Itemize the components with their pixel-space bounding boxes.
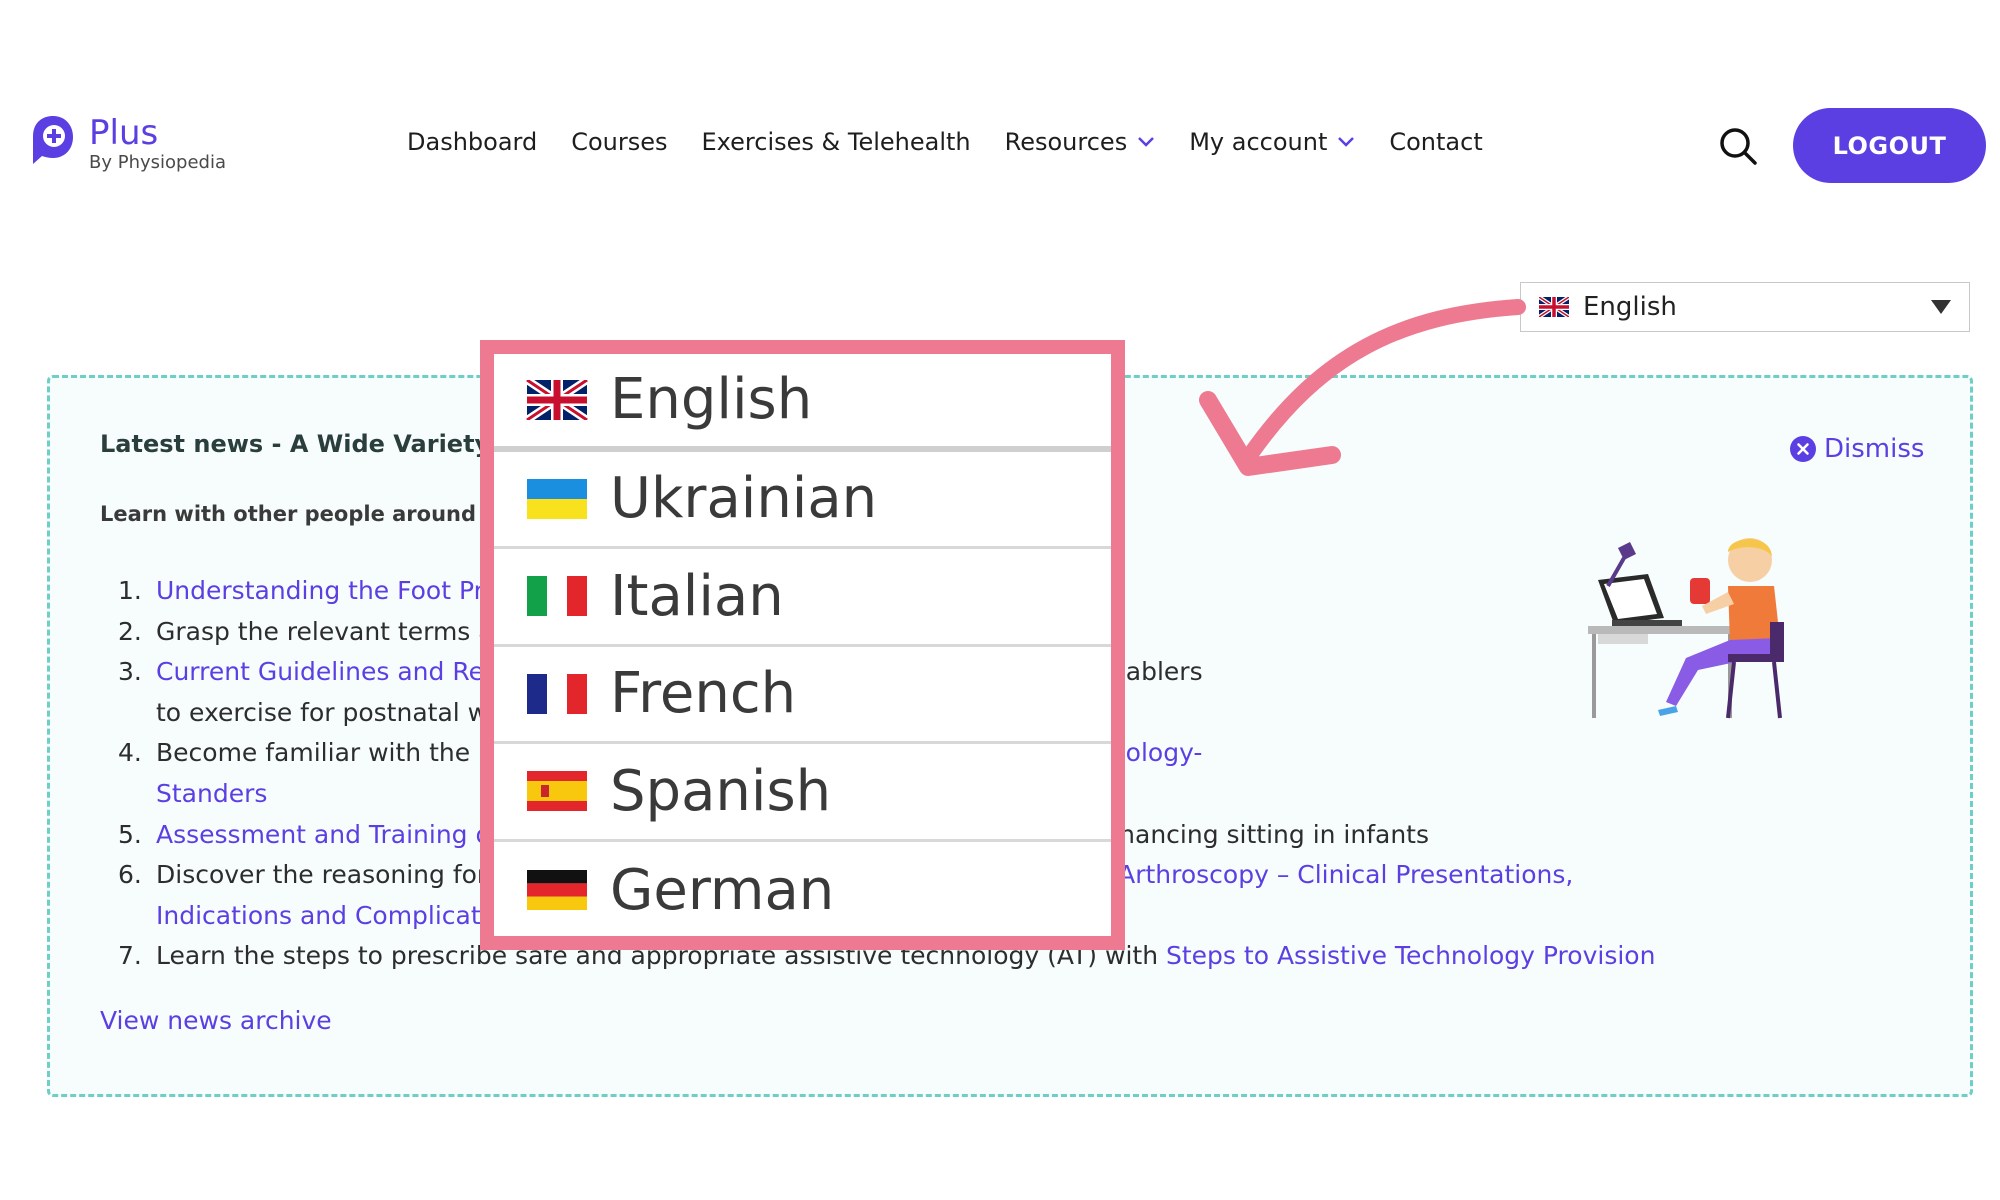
language-select[interactable]: English (1520, 282, 1970, 332)
germany-flag-icon (527, 870, 587, 911)
news-item-number: 2. (118, 616, 142, 646)
news-item-number: 1. (118, 576, 142, 605)
nav-exercises-label: Exercises & Telehealth (701, 128, 971, 156)
language-option-label: English (610, 367, 813, 433)
news-item-number (100, 774, 156, 815)
news-item-fragment: to exercise for postnatal w (156, 697, 489, 727)
curved-arrow-annotation (1199, 299, 1526, 476)
news-lead: Learn with other people around (100, 502, 477, 526)
nav-exercises-telehealth[interactable]: Exercises & Telehealth (702, 128, 971, 156)
language-dropdown-list: English Ukrainian Italian French Spanish… (494, 354, 1111, 939)
nav-dashboard-label: Dashboard (407, 128, 538, 156)
news-item-link[interactable]: Steps to Assistive Technology Provision (1166, 941, 1655, 970)
main-nav: Dashboard Courses Exercises & Telehealth… (407, 128, 1483, 156)
news-item-number (100, 896, 156, 937)
language-option-label: German (610, 857, 835, 923)
nav-my-account-label: My account (1189, 128, 1328, 156)
caret-down-icon (1931, 300, 1951, 314)
language-option-label: Spanish (610, 758, 832, 824)
news-item-number: 6. (118, 860, 142, 890)
nav-resources[interactable]: Resources (1005, 128, 1156, 156)
language-option-label: Ukrainian (610, 466, 878, 532)
news-item-link[interactable]: Assessment and Training o (156, 820, 491, 849)
news-item-link[interactable]: Indications and Complicat (156, 901, 481, 930)
news-item-fragment: Become familiar with the b (156, 738, 494, 768)
language-option-german[interactable]: German (494, 842, 1111, 940)
chevron-down-icon (1138, 137, 1155, 147)
nav-courses[interactable]: Courses (571, 128, 667, 156)
language-select-value: English (1583, 292, 1677, 322)
news-item-number: 7. (118, 941, 142, 971)
nav-contact-label: Contact (1389, 128, 1483, 156)
news-item-link[interactable]: Understanding the Foot Pr (156, 576, 484, 605)
brand-logo[interactable]: Plus By Physiopedia (30, 114, 226, 174)
nav-dashboard[interactable]: Dashboard (407, 128, 537, 156)
news-item-number: 3. (118, 657, 142, 687)
language-option-label: Italian (610, 563, 784, 629)
logout-button[interactable]: LOGOUT (1793, 108, 1986, 183)
language-option-label: French (610, 661, 797, 727)
news-item-number: 5. (118, 819, 142, 849)
news-item-fragment: Grasp the relevant terms a (156, 616, 494, 646)
news-item-link[interactable]: Standers (156, 779, 267, 808)
news-item-text: Standers (156, 774, 267, 815)
france-flag-icon (527, 673, 587, 714)
news-item-link[interactable]: Hip Arthroscopy – Clinical Presentations… (1069, 860, 1574, 889)
nav-my-account[interactable]: My account (1189, 128, 1355, 156)
dismiss-label: Dismiss (1824, 434, 1925, 464)
physiopedia-logo-icon (33, 116, 73, 164)
news-item-number: 4. (118, 738, 142, 768)
spain-flag-icon (527, 771, 587, 812)
brand-name: Plus (89, 113, 159, 153)
search-icon[interactable] (1718, 126, 1758, 166)
nav-contact[interactable]: Contact (1389, 128, 1482, 156)
news-item-link[interactable]: Current Guidelines and Re (156, 657, 484, 686)
student-at-desk-illustration (1588, 538, 1784, 719)
news-item-text: Indications and Complicat (156, 896, 481, 937)
brand-tagline: By Physiopedia (89, 152, 226, 173)
language-option-ukrainian[interactable]: Ukrainian (494, 452, 1111, 549)
language-option-french[interactable]: French (494, 647, 1111, 744)
chevron-down-icon (1338, 137, 1355, 147)
language-option-spanish[interactable]: Spanish (494, 744, 1111, 842)
news-item-number (100, 693, 156, 734)
ukraine-flag-icon (527, 478, 587, 519)
news-item-fragment: Discover the reasoning for (156, 860, 488, 890)
news-title: Latest news - A Wide Variety (100, 430, 491, 458)
uk-flag-icon (526, 379, 588, 420)
italy-flag-icon (527, 576, 587, 617)
close-circle-icon (1790, 436, 1816, 462)
view-news-archive-link[interactable]: View news archive (100, 1006, 332, 1035)
language-option-italian[interactable]: Italian (494, 549, 1111, 647)
dismiss-button[interactable]: Dismiss (1790, 434, 1924, 464)
nav-courses-label: Courses (571, 128, 668, 156)
news-item-text: to exercise for postnatal w (156, 693, 488, 734)
language-option-english[interactable]: English (494, 354, 1111, 452)
nav-resources-label: Resources (1004, 128, 1128, 156)
language-dropdown-callout: English Ukrainian Italian French Spanish… (480, 340, 1125, 950)
